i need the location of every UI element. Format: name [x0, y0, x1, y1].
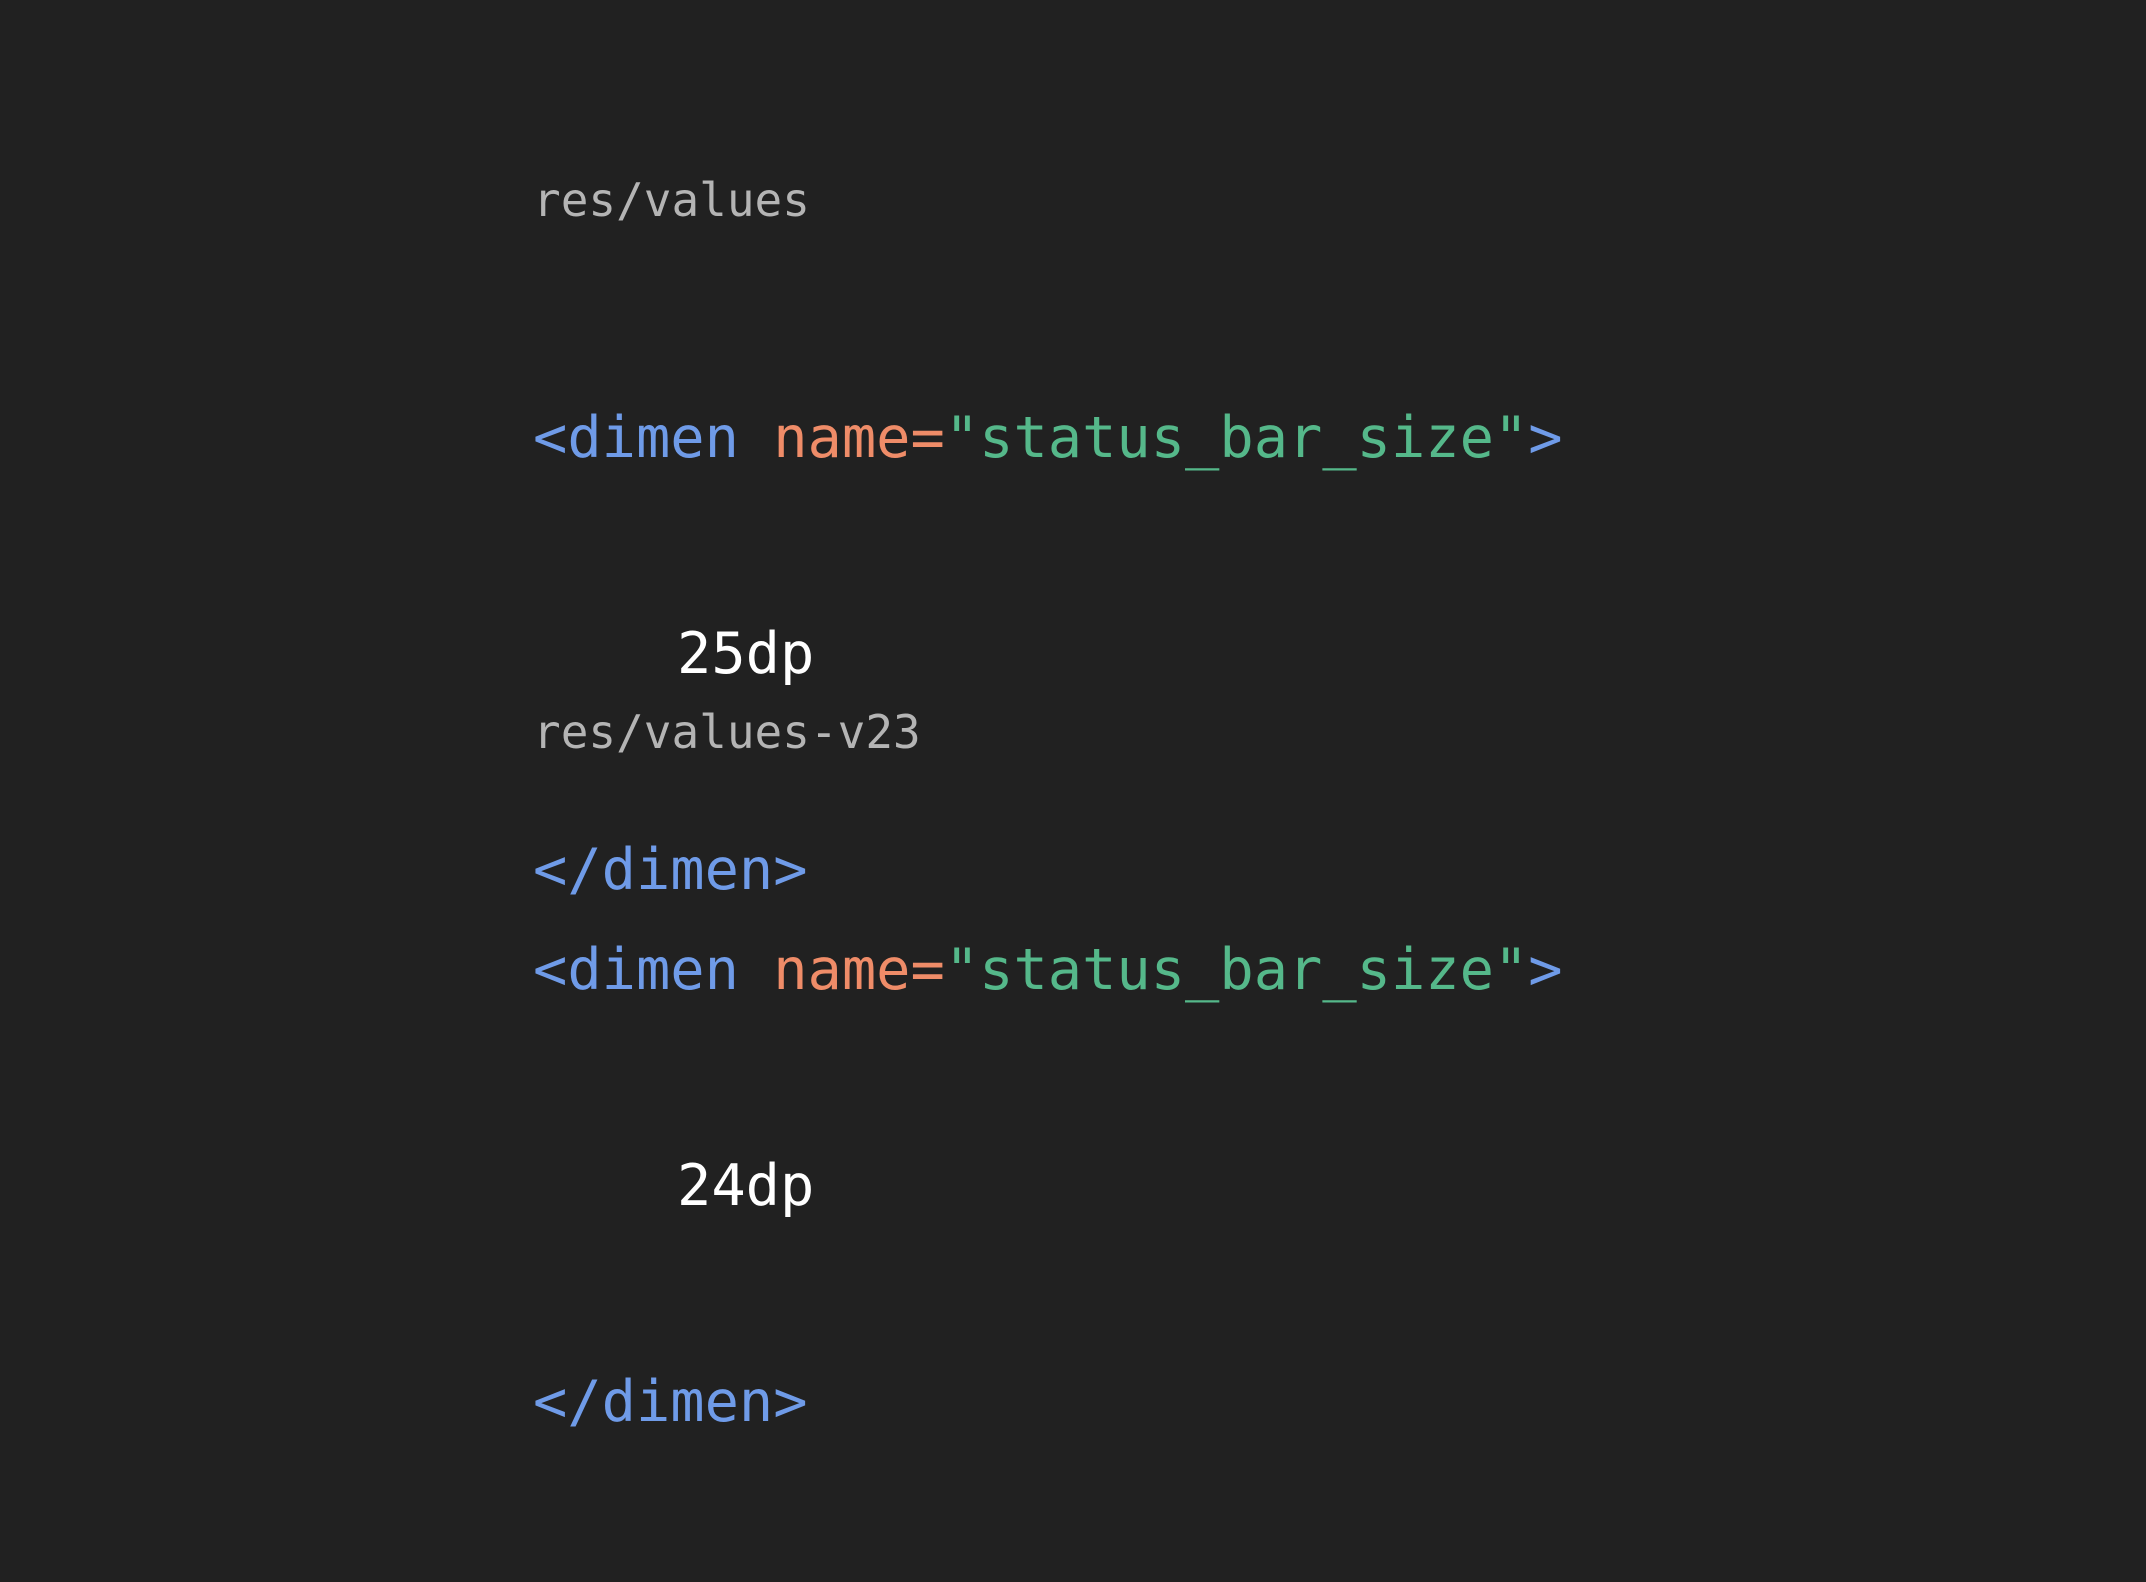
dimen-value: 24dp: [677, 1153, 815, 1219]
open-tag: <dimen: [533, 405, 739, 471]
attribute-equals: =: [910, 937, 945, 1003]
open-tag-end: >: [1528, 405, 1563, 471]
attribute-value: "status_bar_size": [944, 937, 1529, 1003]
attribute-name: name: [773, 405, 911, 471]
attribute-name: name: [773, 937, 911, 1003]
code-slide: { "colors": { "background": "#212121", "…: [0, 0, 2146, 1435]
code-line-close-tag: </dimen>: [533, 1366, 1563, 1438]
resource-path-label: res/values: [533, 173, 810, 227]
attribute-equals: =: [910, 405, 945, 471]
close-tag: </dimen>: [533, 1369, 808, 1435]
code-line-value: 25dp: [533, 618, 1563, 690]
open-tag: <dimen: [533, 937, 739, 1003]
code-line-open-tag: <dimen name="status_bar_size">: [533, 402, 1563, 474]
code-block: <dimen name="status_bar_size"> 24dp </di…: [533, 790, 1563, 1582]
attribute-value: "status_bar_size": [944, 405, 1529, 471]
snippet-values-v23: res/values-v23 <dimen name="status_bar_s…: [533, 704, 1563, 1582]
dimen-value: 25dp: [677, 621, 815, 687]
code-line-value: 24dp: [533, 1150, 1563, 1222]
open-tag-end: >: [1528, 937, 1563, 1003]
resource-path-label: res/values-v23: [533, 705, 921, 759]
code-line-open-tag: <dimen name="status_bar_size">: [533, 934, 1563, 1006]
